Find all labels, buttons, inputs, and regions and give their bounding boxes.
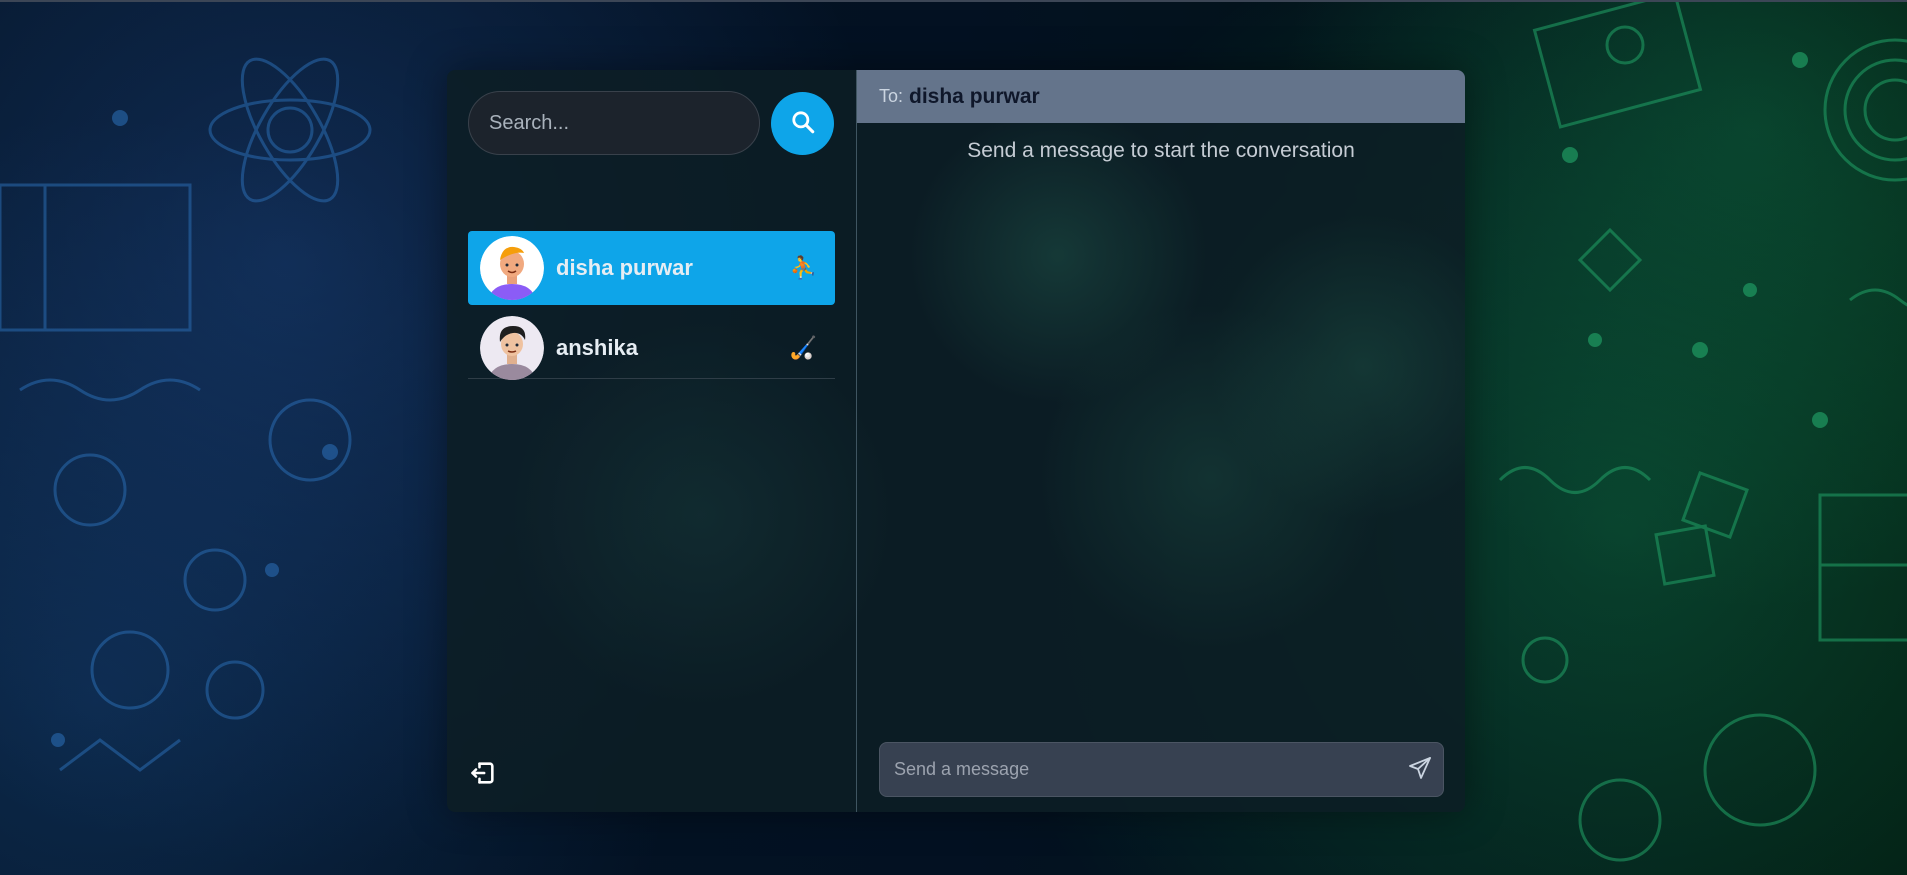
avatar — [480, 316, 544, 380]
avatar — [480, 236, 544, 300]
send-button[interactable] — [1397, 747, 1443, 793]
message-input[interactable] — [880, 743, 1397, 796]
recipient-name: disha purwar — [909, 84, 1040, 108]
to-label: To: — [879, 86, 904, 106]
search-input[interactable] — [468, 91, 760, 155]
logout-icon — [469, 759, 497, 792]
conversation-name: anshika — [556, 335, 638, 360]
message-composer — [879, 742, 1444, 797]
send-icon — [1408, 756, 1432, 783]
empty-conversation-message: Send a message to start the conversation — [967, 139, 1355, 162]
conversation-name: disha purwar — [556, 255, 693, 280]
sidebar: disha purwar ⛹ anshika 🏑 — [447, 70, 857, 812]
conversation-item-anshika[interactable]: anshika 🏑 — [468, 311, 835, 385]
logout-button[interactable] — [468, 760, 498, 790]
conversation-emoji: ⛹ — [789, 255, 817, 280]
chat-header: To: disha purwar — [857, 70, 1465, 123]
conversation-emoji: 🏑 — [789, 335, 817, 360]
chat-panel: To: disha purwar Send a message to start… — [857, 70, 1465, 812]
search-form — [468, 91, 834, 155]
top-border — [0, 0, 1907, 2]
chat-app-window: disha purwar ⛹ anshika 🏑 — [447, 70, 1465, 812]
search-icon — [790, 109, 816, 138]
conversation-item-disha-purwar[interactable]: disha purwar ⛹ — [468, 231, 835, 305]
search-button[interactable] — [771, 91, 834, 155]
